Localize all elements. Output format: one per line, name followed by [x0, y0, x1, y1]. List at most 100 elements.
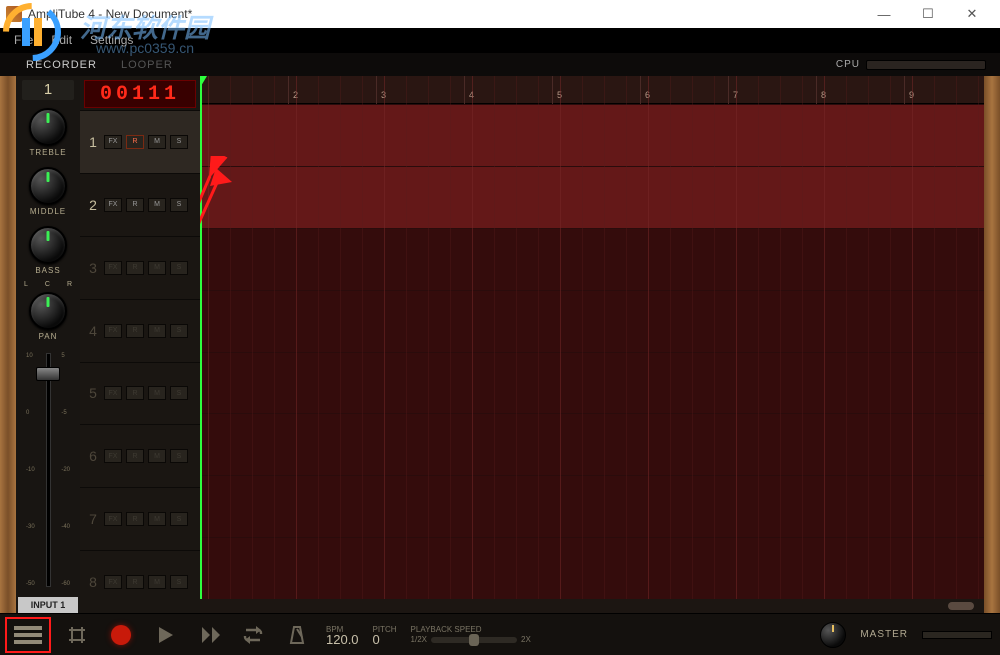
treble-label: TREBLE	[29, 148, 66, 157]
track-s-button[interactable]: S	[170, 261, 188, 275]
grid-line	[384, 76, 385, 613]
rewind-button[interactable]	[194, 620, 224, 650]
tab-recorder[interactable]: RECORDER	[26, 59, 97, 71]
app-icon	[6, 6, 22, 22]
fader-scale-left: 100-10-30-50	[26, 353, 35, 587]
track-fx-button[interactable]: FX	[104, 386, 122, 400]
mode-tabs: RECORDER LOOPER CPU	[0, 52, 1000, 76]
timeline[interactable]: 23456789	[200, 76, 984, 613]
track-m-button[interactable]: M	[148, 386, 166, 400]
track-fx-button[interactable]: FX	[104, 512, 122, 526]
track-fx-button[interactable]: FX	[104, 449, 122, 463]
grid-line	[912, 76, 913, 613]
grid-line	[516, 76, 517, 613]
track-row[interactable]: 7 FX RMS	[80, 487, 200, 550]
treble-knob[interactable]	[29, 108, 67, 146]
track-r-button[interactable]: R	[126, 324, 144, 338]
track-row[interactable]: 4 FX RMS	[80, 299, 200, 362]
cpu-meter	[866, 60, 986, 70]
channel-number: 1	[22, 80, 74, 100]
track-m-button[interactable]: M	[148, 512, 166, 526]
track-s-button[interactable]: S	[170, 386, 188, 400]
playback-speed[interactable]: PLAYBACK SPEED 1/2X 2X	[411, 625, 531, 645]
grid-line	[428, 76, 429, 613]
track-fx-button[interactable]: FX	[104, 575, 122, 589]
track-row[interactable]: 2FXRMS	[80, 173, 200, 236]
track-fx-button[interactable]: FX	[104, 135, 122, 149]
playhead[interactable]	[200, 76, 202, 613]
grid-line	[472, 76, 473, 613]
track-s-button[interactable]: S	[170, 575, 188, 589]
pitch-readout[interactable]: PITCH 0	[373, 625, 397, 645]
track-s-button[interactable]: S	[170, 198, 188, 212]
track-row[interactable]: 8FXRMS	[80, 550, 200, 613]
input-label[interactable]: INPUT 1	[18, 597, 78, 613]
pan-label: PAN	[39, 332, 58, 341]
track-s-button[interactable]: S	[170, 324, 188, 338]
track-fx-button[interactable]: FX	[104, 198, 122, 212]
grid-line	[868, 76, 869, 613]
track-m-button[interactable]: M	[148, 198, 166, 212]
record-button[interactable]	[106, 620, 136, 650]
grid-line	[890, 76, 891, 613]
menu-settings[interactable]: Settings	[90, 33, 133, 47]
track-r-button[interactable]: R	[126, 261, 144, 275]
track-list: 00111 1FXRMS2FXRMS3FXRMS4FXRMS5FXRMS6FXR…	[80, 76, 200, 613]
track-row[interactable]: 1FXRMS	[80, 110, 200, 173]
scrollbar-thumb[interactable]	[948, 602, 974, 610]
track-r-button[interactable]: R	[126, 386, 144, 400]
track-fx-button[interactable]: FX	[104, 324, 122, 338]
track-s-button[interactable]: S	[170, 449, 188, 463]
metronome-button[interactable]	[282, 620, 312, 650]
volume-fader[interactable]: 100-10-30-50 5-5-20-40-60	[24, 353, 72, 587]
middle-knob[interactable]	[29, 167, 67, 205]
track-r-button[interactable]: R	[126, 512, 144, 526]
track-r-button[interactable]: R	[126, 135, 144, 149]
play-button[interactable]	[150, 620, 180, 650]
track-r-button[interactable]: R	[126, 575, 144, 589]
wood-edge-right	[984, 76, 1000, 613]
track-m-button[interactable]: M	[148, 324, 166, 338]
bass-label: BASS	[35, 266, 60, 275]
track-number: 7	[86, 511, 100, 527]
track-row[interactable]: 5FXRMS	[80, 362, 200, 425]
grid-line	[670, 76, 671, 613]
track-m-button[interactable]: M	[148, 135, 166, 149]
track-number: 4	[86, 323, 100, 339]
fader-handle[interactable]	[36, 367, 60, 381]
loop-button[interactable]	[238, 620, 268, 650]
timeline-scrollbar[interactable]	[200, 599, 984, 613]
speed-slider[interactable]	[431, 637, 517, 643]
minimize-button[interactable]: —	[862, 0, 906, 28]
maximize-button[interactable]: ☐	[906, 0, 950, 28]
time-counter: 00111	[84, 80, 196, 108]
grid-line	[846, 76, 847, 613]
track-s-button[interactable]: S	[170, 512, 188, 526]
grid-line	[582, 76, 583, 613]
pan-scale: L C R	[24, 281, 72, 288]
track-r-button[interactable]: R	[126, 198, 144, 212]
tab-looper[interactable]: LOOPER	[121, 59, 173, 71]
pan-knob[interactable]	[29, 292, 67, 330]
track-r-button[interactable]: R	[126, 449, 144, 463]
bass-knob[interactable]	[29, 226, 67, 264]
track-s-button[interactable]: S	[170, 135, 188, 149]
track-m-button[interactable]: M	[148, 575, 166, 589]
menu-file[interactable]: File	[14, 33, 33, 47]
track-row[interactable]: 6FXRMS	[80, 424, 200, 487]
master-meter	[922, 631, 992, 639]
bpm-readout[interactable]: BPM 120.0	[326, 625, 359, 645]
grid-line	[538, 76, 539, 613]
track-fx-button[interactable]: FX	[104, 261, 122, 275]
master-knob[interactable]	[820, 622, 846, 648]
track-m-button[interactable]: M	[148, 261, 166, 275]
close-button[interactable]: ✕	[950, 0, 994, 28]
menu-edit[interactable]: Edit	[51, 33, 72, 47]
menu-toggle-button[interactable]	[8, 620, 48, 650]
track-m-button[interactable]: M	[148, 449, 166, 463]
track-row[interactable]: 3FXRMS	[80, 236, 200, 299]
grid-line	[230, 76, 231, 613]
grid-snap-button[interactable]	[62, 620, 92, 650]
middle-label: MIDDLE	[30, 207, 66, 216]
grid-line	[252, 76, 253, 613]
